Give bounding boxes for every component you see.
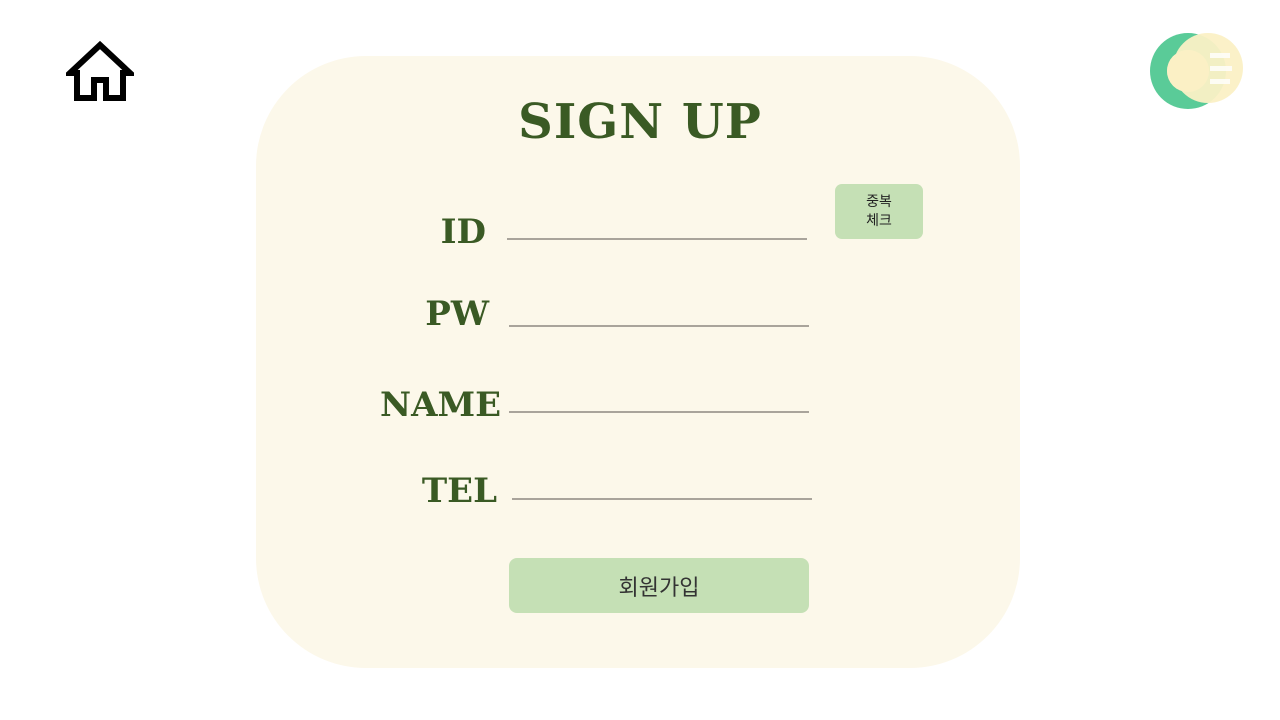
page-title: SIGN UP (518, 94, 762, 150)
signup-page: SIGN UP ID PW NAME TEL 중복 체크 회원가입 (0, 0, 1280, 720)
tel-field[interactable] (512, 465, 812, 499)
pw-label: PW (425, 294, 489, 334)
id-field[interactable] (507, 205, 807, 239)
id-label: ID (440, 212, 486, 252)
tel-underline (512, 498, 812, 500)
tel-label: TEL (421, 471, 497, 511)
id-underline (507, 238, 807, 240)
name-label: NAME (380, 385, 502, 425)
signup-button-label: 회원가입 (618, 575, 700, 601)
name-underline (509, 411, 809, 413)
duplicate-check-label-line2: 체크 (866, 212, 892, 229)
duplicate-check-label-line1: 중복 (866, 193, 892, 210)
name-field[interactable] (509, 378, 809, 412)
pw-field[interactable] (509, 292, 809, 326)
signup-button[interactable]: 회원가입 (509, 558, 809, 613)
duplicate-check-button[interactable]: 중복 체크 (835, 184, 923, 239)
pw-underline (509, 325, 809, 327)
